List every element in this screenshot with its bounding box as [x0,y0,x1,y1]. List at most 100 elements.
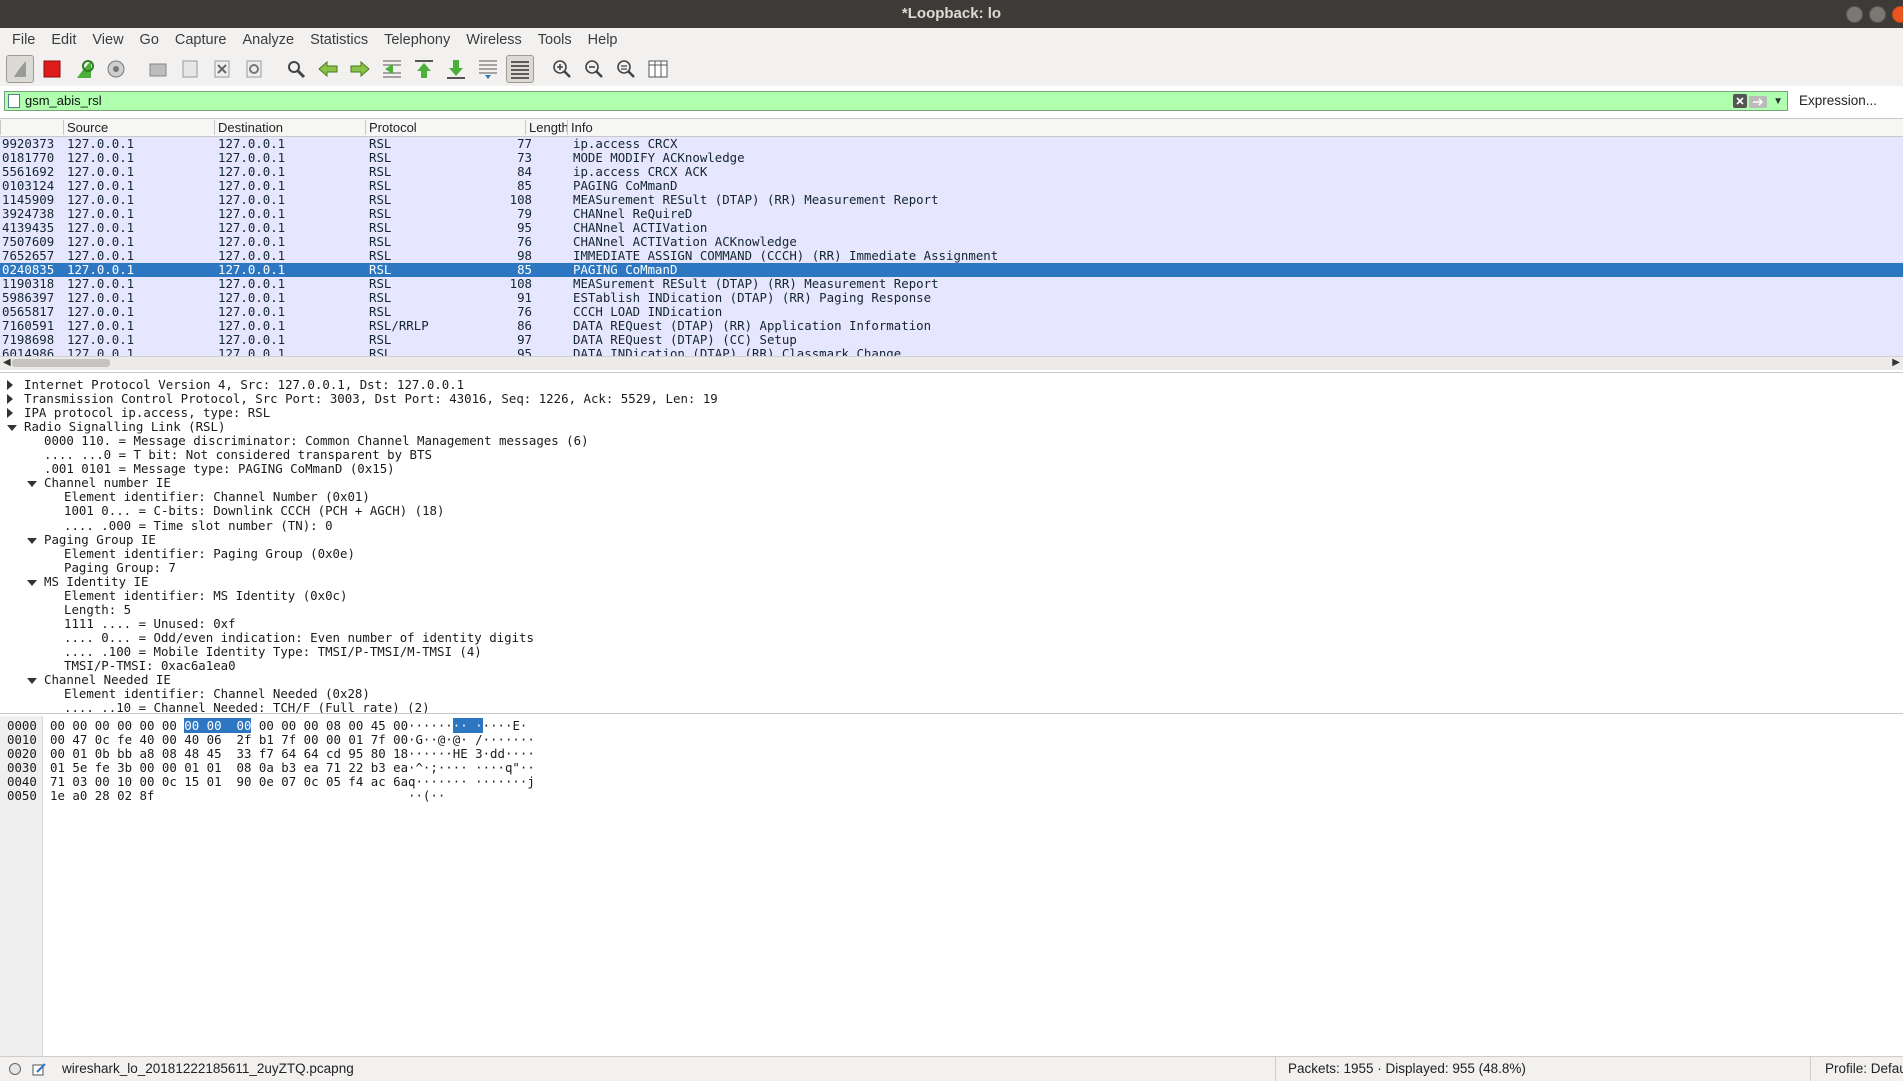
detail-tree-item[interactable]: Element identifier: Channel Number (0x01… [64,490,370,504]
detail-tree-item[interactable]: .... .100 = Mobile Identity Type: TMSI/P… [64,644,482,659]
detail-tree-item[interactable]: Transmission Control Protocol, Src Port:… [24,392,718,406]
detail-tree-item[interactable]: Element identifier: Channel Needed (0x28… [64,687,370,701]
open-file-icon[interactable] [144,55,172,83]
column-header-protocol[interactable]: Protocol [365,120,525,135]
go-last-icon[interactable] [442,55,470,83]
menu-capture[interactable]: Capture [167,32,235,48]
ascii-bytes[interactable]: q······· ·······j [408,775,535,789]
menu-file[interactable]: File [4,32,43,48]
find-packet-icon[interactable] [282,55,310,83]
menu-view[interactable]: View [84,32,131,48]
display-filter-input[interactable]: gsm_abis_rsl ▼ [4,91,1788,111]
packet-row[interactable]: 0240835 127.0.0.1 127.0.0.1 RSL 85 PAGING CoM… [0,263,1903,277]
detail-tree-item[interactable]: Channel Needed IE [44,673,171,687]
menu-wireless[interactable]: Wireless [458,32,530,48]
detail-tree-item[interactable]: .... 0... = Odd/even indication: Even nu… [64,630,534,645]
detail-tree-item[interactable]: .... ..10 = Channel Needed: TCH/F (Full … [64,701,430,713]
packet-row[interactable]: 4139435 127.0.0.1 127.0.0.1 RSL 95 CHANnel AC… [0,221,1903,235]
detail-tree-item[interactable]: .001 0101 = Message type: PAGING CoMmanD… [44,462,395,476]
reload-file-icon[interactable] [240,55,268,83]
ascii-bytes[interactable]: ·G··@·@· /······· [408,733,535,747]
maximize-button[interactable] [1869,6,1886,23]
expander-expanded-icon[interactable] [27,537,37,544]
minimize-button[interactable] [1846,6,1863,23]
menu-edit[interactable]: Edit [43,32,84,48]
ascii-bytes[interactable]: ·^·;···· ····q"·· [408,761,535,775]
ascii-bytes[interactable]: ······HE 3·dd···· [408,747,535,761]
detail-tree-item[interactable]: Paging Group: 7 [64,560,176,575]
packet-row[interactable]: 9920373 127.0.0.1 127.0.0.1 RSL 77 ip.access … [0,137,1903,151]
capture-comment-icon[interactable] [32,1062,46,1079]
packet-row[interactable]: 3924738 127.0.0.1 127.0.0.1 RSL 79 CHANnel Re… [0,207,1903,221]
expander-expanded-icon[interactable] [27,579,37,586]
detail-tree-item[interactable]: TMSI/P-TMSI: 0xac6a1ea0 [64,659,236,673]
column-header-time[interactable] [0,120,63,135]
ascii-bytes[interactable]: ········ ·····E· [408,718,527,733]
column-header-info[interactable]: Info [567,120,1903,135]
detail-tree-item[interactable]: Length: 5 [64,602,131,617]
restart-capture-icon[interactable] [70,55,98,83]
menu-tools[interactable]: Tools [530,32,580,48]
detail-tree-item[interactable]: Element identifier: MS Identity (0x0c) [64,588,347,603]
expander-collapsed-icon[interactable] [7,408,13,419]
go-forward-icon[interactable] [346,55,374,83]
scrollbar-thumb[interactable] [12,359,110,367]
chevron-down-icon[interactable]: ▼ [1773,96,1783,107]
detail-tree-item[interactable]: Channel number IE [44,476,171,490]
autoscroll-icon[interactable] [474,55,502,83]
packet-list-horizontal-scrollbar[interactable]: ◀ ▶ [0,356,1903,370]
capture-options-icon[interactable] [102,55,130,83]
go-back-icon[interactable] [314,55,342,83]
colorize-icon[interactable] [506,55,534,83]
detail-tree-item[interactable]: Internet Protocol Version 4, Src: 127.0.… [24,378,464,392]
expander-collapsed-icon[interactable] [7,380,13,390]
column-header-destination[interactable]: Destination [214,120,365,135]
detail-tree-item[interactable]: 1001 0... = C-bits: Downlink CCCH (PCH +… [64,504,444,518]
detail-tree-item[interactable]: 1111 .... = Unused: 0xf [64,616,236,631]
display-filter-value[interactable]: gsm_abis_rsl [25,93,102,108]
packet-row[interactable]: 7507609 127.0.0.1 127.0.0.1 RSL 76 CHANnel AC… [0,235,1903,249]
close-file-icon[interactable] [208,55,236,83]
expander-expanded-icon[interactable] [7,425,17,432]
detail-tree-item[interactable]: MS Identity IE [44,574,148,589]
packet-row[interactable]: 1190318 127.0.0.1 127.0.0.1 RSL 108 MEASureme… [0,277,1903,291]
packet-row[interactable]: 5561692 127.0.0.1 127.0.0.1 RSL 84 ip.access … [0,165,1903,179]
resize-columns-icon[interactable] [644,55,672,83]
packet-row[interactable]: 7652657 127.0.0.1 127.0.0.1 RSL 98 IMMEDIATE … [0,249,1903,263]
apply-filter-icon[interactable] [1749,95,1767,112]
detail-tree-item[interactable]: .... ...0 = T bit: Not considered transp… [44,448,432,462]
packet-row[interactable]: 5986397 127.0.0.1 127.0.0.1 RSL 91 ESTablish … [0,291,1903,305]
expander-expanded-icon[interactable] [27,481,37,488]
menu-statistics[interactable]: Statistics [302,32,376,48]
hex-bytes[interactable]: 00 00 00 00 00 00 00 00 00 00 00 00 08 0… [50,718,408,733]
close-window-button[interactable] [1892,6,1903,23]
expander-collapsed-icon[interactable] [7,394,13,405]
column-header-source[interactable]: Source [63,120,214,135]
hex-bytes[interactable]: 1e a0 28 02 8f [50,789,154,803]
ascii-bytes[interactable]: ··(·· [408,789,445,803]
expression-button[interactable]: Expression... [1799,93,1877,108]
profile-status[interactable]: Profile: Default [1810,1057,1903,1081]
stop-capture-icon[interactable] [38,55,66,83]
scroll-left-icon[interactable]: ◀ [3,357,11,368]
zoom-normal-icon[interactable] [612,55,640,83]
expert-info-icon[interactable] [9,1063,21,1075]
shark-fin-start-icon[interactable] [6,55,34,83]
go-first-icon[interactable] [410,55,438,83]
save-file-icon[interactable] [176,55,204,83]
menu-go[interactable]: Go [132,32,167,48]
expander-expanded-icon[interactable] [27,678,37,685]
packet-row[interactable]: 7198698 127.0.0.1 127.0.0.1 RSL 97 DATA REQue… [0,333,1903,347]
detail-tree-item[interactable]: 0000 110. = Message discriminator: Commo… [44,434,589,448]
column-header-length[interactable]: Length [525,120,567,135]
packet-row[interactable]: 1145909 127.0.0.1 127.0.0.1 RSL 108 MEASureme… [0,193,1903,207]
menu-analyze[interactable]: Analyze [234,32,302,48]
zoom-in-icon[interactable] [548,55,576,83]
hex-bytes[interactable]: 01 5e fe 3b 00 00 01 01 08 0a b3 ea 71 2… [50,761,408,775]
clear-filter-icon[interactable] [1733,94,1747,112]
packet-row[interactable]: 0181770 127.0.0.1 127.0.0.1 RSL 73 MODE MODIF… [0,151,1903,165]
detail-tree-item[interactable]: Paging Group IE [44,532,156,547]
menu-telephony[interactable]: Telephony [376,32,458,48]
hex-bytes[interactable]: 71 03 00 10 00 0c 15 01 90 0e 07 0c 05 f… [50,775,408,789]
scroll-right-icon[interactable]: ▶ [1892,357,1900,368]
